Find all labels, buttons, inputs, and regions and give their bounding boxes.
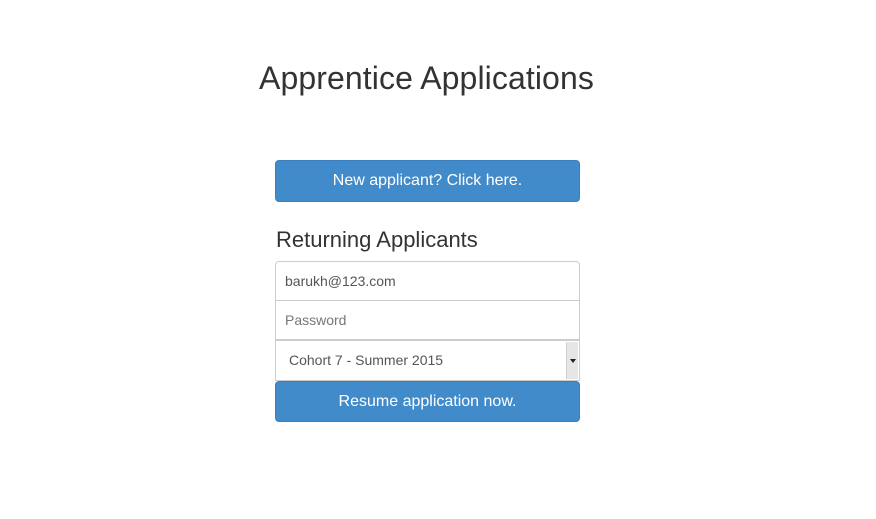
cohort-select[interactable]: Cohort 7 - Summer 2015: [275, 340, 580, 381]
caret-down-icon[interactable]: [566, 342, 578, 379]
new-applicant-button[interactable]: New applicant? Click here.: [275, 160, 580, 202]
cohort-selected-value: Cohort 7 - Summer 2015: [289, 352, 444, 368]
email-field[interactable]: [275, 261, 580, 301]
page-title: Apprentice Applications: [259, 60, 594, 96]
returning-applicants-heading: Returning Applicants: [276, 227, 478, 252]
password-field[interactable]: [275, 300, 580, 340]
resume-application-button[interactable]: Resume application now.: [275, 381, 580, 422]
